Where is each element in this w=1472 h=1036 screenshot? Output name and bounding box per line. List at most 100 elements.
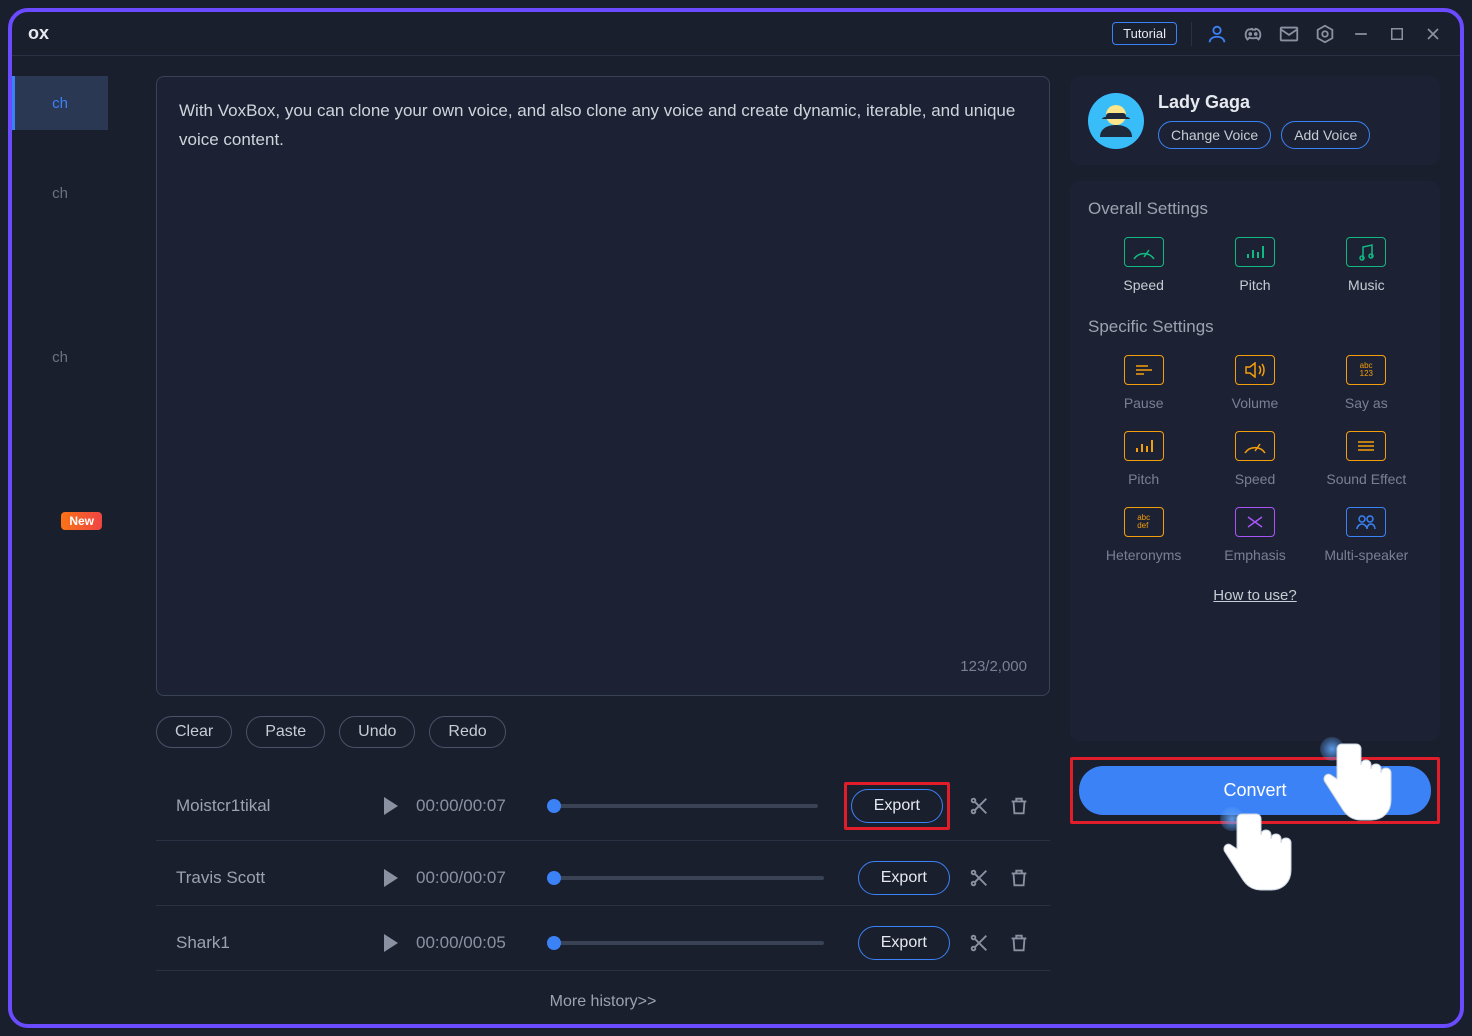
cut-icon[interactable]: [968, 867, 990, 889]
emphasis-setting[interactable]: Emphasis: [1199, 507, 1310, 563]
history-row: Moistcr1tikal 00:00/00:07 Export: [156, 772, 1050, 841]
sayas-setting[interactable]: abc123 Say as: [1311, 355, 1422, 411]
volume-setting[interactable]: Volume: [1199, 355, 1310, 411]
export-button[interactable]: Export: [858, 926, 950, 960]
sidebar-item-label: ch: [52, 95, 68, 112]
setting-label: Sound Effect: [1326, 471, 1406, 487]
export-button[interactable]: Export: [851, 789, 943, 823]
char-count: 123/2,000: [179, 658, 1027, 675]
tutorial-button[interactable]: Tutorial: [1112, 22, 1177, 45]
user-icon[interactable]: [1206, 23, 1228, 45]
sidebar-item-label: ch: [52, 349, 68, 366]
speed-specific-icon: [1235, 431, 1275, 461]
pitch-specific-setting[interactable]: Pitch: [1088, 431, 1199, 487]
more-history-link[interactable]: More history>>: [156, 981, 1050, 1015]
heteronyms-icon: abcdef: [1124, 507, 1164, 537]
setting-label: Pitch: [1239, 277, 1270, 293]
maximize-icon[interactable]: [1386, 23, 1408, 45]
pause-setting[interactable]: Pause: [1088, 355, 1199, 411]
pitch-specific-icon: [1124, 431, 1164, 461]
setting-label: Pause: [1124, 395, 1164, 411]
emphasis-icon: [1235, 507, 1275, 537]
multi-speaker-icon: [1346, 507, 1386, 537]
speed-icon: [1124, 237, 1164, 267]
discord-icon[interactable]: [1242, 23, 1264, 45]
play-icon[interactable]: [384, 934, 398, 952]
delete-icon[interactable]: [1008, 795, 1030, 817]
setting-label: Emphasis: [1224, 547, 1285, 563]
close-icon[interactable]: [1422, 23, 1444, 45]
undo-button[interactable]: Undo: [339, 716, 415, 748]
click-glow: [1220, 807, 1244, 831]
music-setting[interactable]: Music: [1311, 237, 1422, 293]
delete-icon[interactable]: [1008, 867, 1030, 889]
voice-card: Lady Gaga Change Voice Add Voice: [1070, 76, 1440, 165]
pause-icon: [1124, 355, 1164, 385]
progress-slider[interactable]: [554, 804, 818, 808]
text-editor[interactable]: With VoxBox, you can clone your own voic…: [156, 76, 1050, 696]
history-row: Shark1 00:00/00:05 Export: [156, 916, 1050, 971]
mail-icon[interactable]: [1278, 23, 1300, 45]
delete-icon[interactable]: [1008, 932, 1030, 954]
new-badge: New: [61, 512, 102, 530]
setting-label: Volume: [1232, 395, 1279, 411]
setting-label: Say as: [1345, 395, 1388, 411]
sidebar-item-new[interactable]: New: [12, 494, 108, 548]
settings-panel: Overall Settings Speed Pitch Music: [1070, 181, 1440, 741]
sidebar-item-2[interactable]: ch: [12, 330, 108, 384]
change-voice-button[interactable]: Change Voice: [1158, 121, 1271, 149]
history-time: 00:00/00:07: [416, 868, 536, 888]
voice-name: Lady Gaga: [1158, 92, 1422, 113]
pitch-icon: [1235, 237, 1275, 267]
heteronyms-setting[interactable]: abcdef Heteronyms: [1088, 507, 1199, 563]
setting-label: Heteronyms: [1106, 547, 1181, 563]
overall-settings-title: Overall Settings: [1088, 199, 1422, 219]
separator: [1191, 22, 1192, 46]
avatar: [1088, 93, 1144, 149]
progress-slider[interactable]: [554, 876, 824, 880]
specific-settings-title: Specific Settings: [1088, 317, 1422, 337]
redo-button[interactable]: Redo: [429, 716, 505, 748]
history-name: Moistcr1tikal: [176, 796, 366, 816]
settings-icon[interactable]: [1314, 23, 1336, 45]
app-title: ox: [28, 23, 49, 44]
minimize-icon[interactable]: [1350, 23, 1372, 45]
sayas-icon: abc123: [1346, 355, 1386, 385]
speed-specific-setting[interactable]: Speed: [1199, 431, 1310, 487]
history-name: Travis Scott: [176, 868, 366, 888]
cut-icon[interactable]: [968, 795, 990, 817]
sidebar-item-label: ch: [52, 185, 68, 202]
setting-label: Multi-speaker: [1324, 547, 1408, 563]
setting-label: Speed: [1123, 277, 1163, 293]
how-to-use-link[interactable]: How to use?: [1088, 587, 1422, 604]
export-highlight: Export: [844, 782, 950, 830]
sidebar-item-0[interactable]: ch: [12, 76, 108, 130]
pitch-setting[interactable]: Pitch: [1199, 237, 1310, 293]
clear-button[interactable]: Clear: [156, 716, 232, 748]
setting-label: Pitch: [1128, 471, 1159, 487]
add-voice-button[interactable]: Add Voice: [1281, 121, 1370, 149]
history-time: 00:00/00:05: [416, 933, 536, 953]
export-button[interactable]: Export: [858, 861, 950, 895]
sidebar-item-1[interactable]: ch: [12, 166, 108, 220]
music-icon: [1346, 237, 1386, 267]
convert-button[interactable]: Convert: [1079, 766, 1431, 815]
multi-speaker-setting[interactable]: Multi-speaker: [1311, 507, 1422, 563]
play-icon[interactable]: [384, 869, 398, 887]
progress-slider[interactable]: [554, 941, 824, 945]
setting-label: Music: [1348, 277, 1385, 293]
cut-icon[interactable]: [968, 932, 990, 954]
speed-setting[interactable]: Speed: [1088, 237, 1199, 293]
sound-effect-icon: [1346, 431, 1386, 461]
setting-label: Speed: [1235, 471, 1275, 487]
sound-effect-setting[interactable]: Sound Effect: [1311, 431, 1422, 487]
paste-button[interactable]: Paste: [246, 716, 325, 748]
history-row: Travis Scott 00:00/00:07 Export: [156, 851, 1050, 906]
editor-text: With VoxBox, you can clone your own voic…: [179, 97, 1027, 658]
sidebar: ch ch ch New: [12, 56, 108, 1024]
history-name: Shark1: [176, 933, 366, 953]
click-glow: [1320, 737, 1344, 761]
play-icon[interactable]: [384, 797, 398, 815]
history-time: 00:00/00:07: [416, 796, 536, 816]
titlebar: ox Tutorial: [12, 12, 1460, 56]
